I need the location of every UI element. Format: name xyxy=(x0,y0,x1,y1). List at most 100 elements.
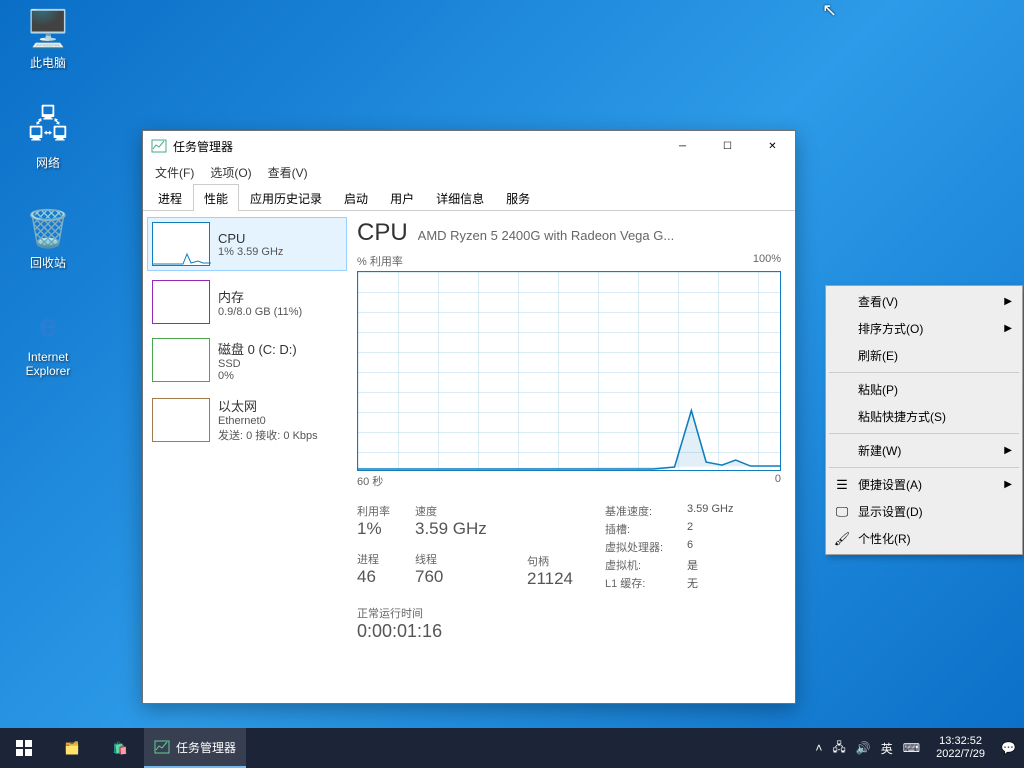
network-tray-icon[interactable]: 🖧 xyxy=(832,738,845,759)
tab-apphistory[interactable]: 应用历史记录 xyxy=(239,184,333,211)
clock[interactable]: 13:32:52 2022/7/29 xyxy=(930,735,991,761)
side-eth-sub1: Ethernet0 xyxy=(218,415,318,427)
desktop-icon-label: 此电脑 xyxy=(12,54,84,71)
eth-thumb xyxy=(152,398,210,442)
virt-value: 是 xyxy=(687,557,733,573)
mem-thumb xyxy=(152,280,210,324)
threads-value: 760 xyxy=(415,567,443,587)
store-button[interactable]: 🛍️ xyxy=(96,728,144,768)
maximize-button[interactable]: ☐ xyxy=(705,131,750,161)
menu-file[interactable]: 文件(F) xyxy=(147,162,202,183)
tab-performance[interactable]: 性能 xyxy=(193,184,239,211)
taskmgr-icon xyxy=(154,739,170,755)
chevron-right-icon: ▶ xyxy=(1004,323,1012,334)
base-value: 3.59 GHz xyxy=(687,503,733,519)
side-cpu[interactable]: CPU 1% 3.59 GHz xyxy=(147,217,347,271)
main-panel: CPU AMD Ryzen 5 2400G with Radeon Vega G… xyxy=(351,211,795,703)
tab-processes[interactable]: 进程 xyxy=(147,184,193,211)
ime-indicator[interactable]: 英 xyxy=(881,740,893,757)
ctx-new[interactable]: 新建(W)▶ xyxy=(828,437,1020,464)
side-disk-sub2: 0% xyxy=(218,370,297,382)
settings-icon: ☰ xyxy=(834,477,850,493)
cpu-thumb xyxy=(152,222,210,266)
clock-time: 13:32:52 xyxy=(939,735,982,748)
volume-tray-icon[interactable]: 🔊 xyxy=(856,741,871,755)
separator xyxy=(829,433,1019,434)
desktop-icon-label: 回收站 xyxy=(12,254,84,271)
speed-value: 3.59 GHz xyxy=(415,519,527,539)
side-mem-sub: 0.9/8.0 GB (11%) xyxy=(218,306,302,318)
proc-label: 进程 xyxy=(357,551,415,567)
side-ethernet[interactable]: 以太网 Ethernet0 发送: 0 接收: 0 Kbps xyxy=(147,391,347,448)
separator xyxy=(829,467,1019,468)
ctx-view[interactable]: 查看(V)▶ xyxy=(828,288,1020,315)
menu-options[interactable]: 选项(O) xyxy=(202,162,259,183)
explorer-button[interactable]: 🗂️ xyxy=(48,728,96,768)
desktop-icon-ie[interactable]: e Internet Explorer xyxy=(12,304,84,378)
side-disk[interactable]: 磁盘 0 (C: D:) SSD 0% xyxy=(147,333,347,387)
chevron-right-icon: ▶ xyxy=(1004,479,1012,490)
desktop-icon-network[interactable]: 🖧 网络 xyxy=(12,108,84,171)
content: CPU 1% 3.59 GHz 内存 0.9/8.0 GB (11%) 磁盘 0… xyxy=(143,211,795,703)
clock-date: 2022/7/29 xyxy=(936,748,985,761)
cpu-chart xyxy=(357,271,781,471)
side-disk-sub1: SSD xyxy=(218,358,297,370)
taskbar-item-label: 任务管理器 xyxy=(176,739,236,756)
ctx-easy-settings[interactable]: ☰便捷设置(A)▶ xyxy=(828,471,1020,498)
side-memory[interactable]: 内存 0.9/8.0 GB (11%) xyxy=(147,275,347,329)
separator xyxy=(829,372,1019,373)
start-button[interactable] xyxy=(0,728,48,768)
desktop-icon-label: 网络 xyxy=(12,154,84,171)
chevron-right-icon: ▶ xyxy=(1004,296,1012,307)
virt-label: 虚拟机: xyxy=(605,557,675,573)
chart-label-br: 0 xyxy=(775,473,781,489)
minimize-button[interactable]: ─ xyxy=(660,131,705,161)
main-heading: CPU xyxy=(357,219,408,247)
desktop-context-menu: 查看(V)▶ 排序方式(O)▶ 刷新(E) 粘贴(P) 粘贴快捷方式(S) 新建… xyxy=(825,285,1023,555)
logi-label: 虚拟处理器: xyxy=(605,539,675,555)
display-icon: 🖵 xyxy=(834,504,850,520)
side-disk-name: 磁盘 0 (C: D:) xyxy=(218,339,297,358)
desktop-icon-label: Internet xyxy=(12,350,84,364)
desktop-icon-pc[interactable]: 🖥️ 此电脑 xyxy=(12,8,84,71)
ctx-paste-shortcut[interactable]: 粘贴快捷方式(S) xyxy=(828,403,1020,430)
speed-label: 速度 xyxy=(415,503,527,519)
titlebar[interactable]: 任务管理器 ─ ☐ ✕ xyxy=(143,131,795,161)
stats: 利用率 1% 进程 46 速度 3.59 GHz 线程 xyxy=(357,503,781,591)
util-label: 利用率 xyxy=(357,503,415,519)
util-value: 1% xyxy=(357,519,415,539)
task-manager-window: 任务管理器 ─ ☐ ✕ 文件(F) 选项(O) 查看(V) 进程 性能 应用历史… xyxy=(142,130,796,704)
taskbar-item-taskmgr[interactable]: 任务管理器 xyxy=(144,728,246,768)
handles-value: 21124 xyxy=(527,569,605,589)
side-eth-sub2: 发送: 0 接收: 0 Kbps xyxy=(218,427,318,443)
tray-chevron-icon[interactable]: ˄ xyxy=(815,741,822,755)
ime-mode-icon[interactable]: ⌨ xyxy=(903,741,920,755)
ctx-sort[interactable]: 排序方式(O)▶ xyxy=(828,315,1020,342)
chart-label-bl: 60 秒 xyxy=(357,473,383,489)
uptime: 正常运行时间 0:00:01:16 xyxy=(357,605,781,642)
notifications-icon[interactable]: 💬 xyxy=(1001,741,1016,755)
ie-icon: e xyxy=(27,304,69,346)
uptime-value: 0:00:01:16 xyxy=(357,621,781,642)
desktop-icon-recycle[interactable]: 🗑️ 回收站 xyxy=(12,208,84,271)
ctx-refresh[interactable]: 刷新(E) xyxy=(828,342,1020,369)
ctx-display-settings[interactable]: 🖵显示设置(D) xyxy=(828,498,1020,525)
cpu-model: AMD Ryzen 5 2400G with Radeon Vega G... xyxy=(418,228,781,243)
window-title: 任务管理器 xyxy=(173,138,660,155)
uptime-label: 正常运行时间 xyxy=(357,605,781,621)
tab-services[interactable]: 服务 xyxy=(495,184,541,211)
taskbar: 🗂️ 🛍️ 任务管理器 ˄ 🖧 🔊 英 ⌨ 13:32:52 2022/7/29… xyxy=(0,728,1024,768)
side-cpu-sub: 1% 3.59 GHz xyxy=(218,246,283,258)
taskmgr-icon xyxy=(151,138,167,154)
close-button[interactable]: ✕ xyxy=(750,131,795,161)
tab-startup[interactable]: 启动 xyxy=(333,184,379,211)
tab-users[interactable]: 用户 xyxy=(379,184,425,211)
ctx-personalize[interactable]: 🖌个性化(R) xyxy=(828,525,1020,552)
ctx-paste[interactable]: 粘贴(P) xyxy=(828,376,1020,403)
tab-details[interactable]: 详细信息 xyxy=(425,184,495,211)
system-tray: ˄ 🖧 🔊 英 ⌨ 13:32:52 2022/7/29 💬 xyxy=(807,735,1024,761)
sock-label: 插槽: xyxy=(605,521,675,537)
side-eth-name: 以太网 xyxy=(218,396,318,415)
proc-value: 46 xyxy=(357,567,415,587)
menu-view[interactable]: 查看(V) xyxy=(260,162,316,183)
